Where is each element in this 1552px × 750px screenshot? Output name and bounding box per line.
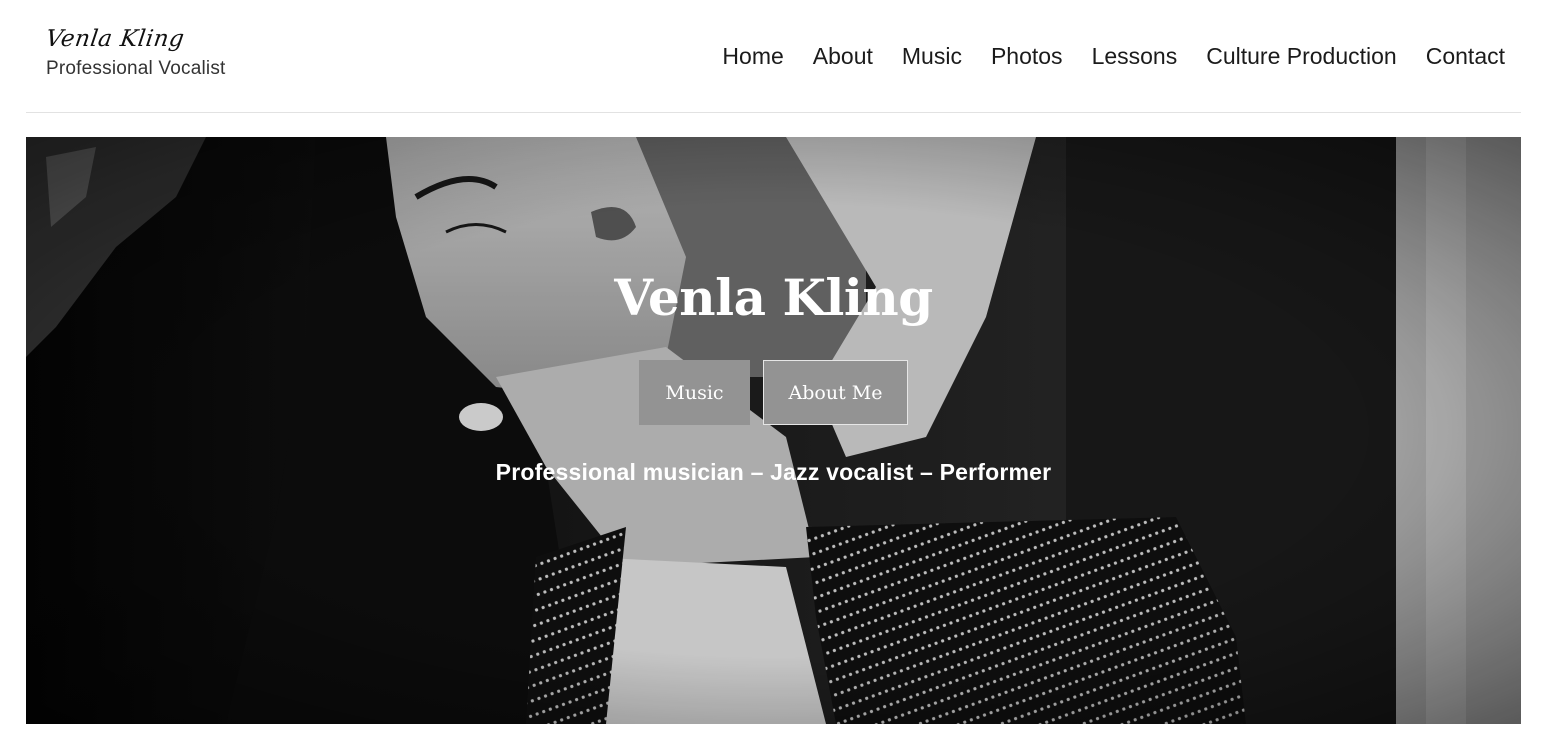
hero-content: Venla Kling Music About Me Professional … [26, 137, 1521, 724]
site-tagline: Professional Vocalist [46, 58, 226, 79]
music-button[interactable]: Music [639, 360, 750, 425]
nav-item-home[interactable]: Home [722, 40, 783, 72]
nav-item-photos[interactable]: Photos [991, 40, 1063, 72]
site-header: Venla Kling Professional Vocalist Home A… [26, 0, 1521, 113]
site-name: Venla Kling [44, 26, 187, 52]
hero-button-group: Music About Me [26, 360, 1521, 425]
site-logo-link[interactable]: Venla Kling Professional Vocalist [44, 24, 226, 80]
nav-item-contact[interactable]: Contact [1426, 40, 1505, 72]
nav-item-about[interactable]: About [813, 40, 873, 72]
nav-item-lessons[interactable]: Lessons [1092, 40, 1178, 72]
main-nav: Home About Music Photos Lessons Culture … [722, 40, 1505, 72]
hero-subtitle: Professional musician – Jazz vocalist – … [495, 459, 1052, 485]
about-me-button[interactable]: About Me [763, 360, 908, 425]
nav-item-music[interactable]: Music [902, 40, 962, 72]
hero-section: Venla Kling Music About Me Professional … [26, 137, 1521, 724]
nav-item-culture-production[interactable]: Culture Production [1206, 40, 1397, 72]
hero-title: Venla Kling [614, 268, 933, 327]
